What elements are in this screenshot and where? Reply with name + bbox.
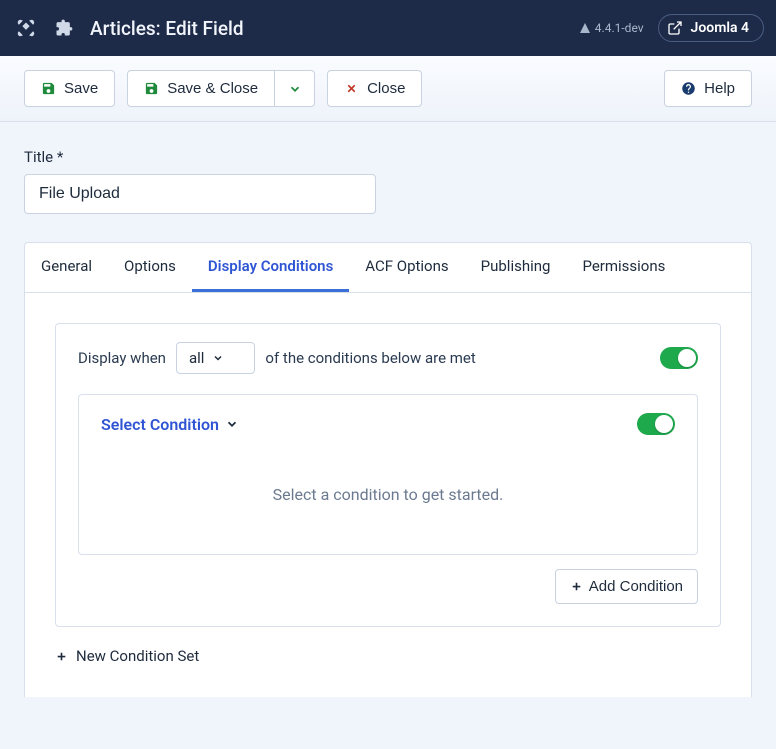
- new-condition-set-button[interactable]: New Condition Set: [55, 647, 199, 665]
- topbar: Articles: Edit Field 4.4.1-dev Joomla 4: [0, 0, 776, 56]
- chevron-down-icon: [287, 81, 302, 96]
- condition-set-header: Display when all of the conditions below…: [78, 342, 698, 374]
- tab-content: Display when all of the conditions below…: [25, 293, 751, 697]
- puzzle-icon: [54, 17, 76, 39]
- display-when-prefix: Display when: [78, 349, 166, 367]
- condition-footer: Add Condition: [78, 569, 698, 604]
- topbar-left: Articles: Edit Field: [12, 14, 579, 42]
- tab-general[interactable]: General: [25, 243, 108, 292]
- match-selector-value: all: [189, 349, 204, 367]
- chevron-down-icon: [212, 352, 224, 364]
- condition-item: Select Condition Select a condition to g…: [78, 394, 698, 555]
- condition-placeholder: Select a condition to get started.: [101, 435, 675, 514]
- close-button[interactable]: Close: [327, 70, 422, 107]
- toolbar: Save Save & Close Close Help: [0, 56, 776, 122]
- tab-display-conditions[interactable]: Display Conditions: [192, 243, 349, 292]
- save-icon: [144, 81, 159, 96]
- title-input[interactable]: [24, 174, 376, 214]
- new-condition-set-label: New Condition Set: [76, 647, 199, 665]
- joomla-badge[interactable]: Joomla 4: [658, 14, 764, 42]
- select-condition-label: Select Condition: [101, 415, 219, 434]
- save-label: Save: [64, 80, 98, 97]
- plus-icon: [570, 580, 583, 593]
- tab-options[interactable]: Options: [108, 243, 192, 292]
- save-close-button[interactable]: Save & Close: [127, 70, 275, 107]
- tab-publishing[interactable]: Publishing: [465, 243, 567, 292]
- save-close-label: Save & Close: [167, 80, 258, 97]
- help-button[interactable]: Help: [664, 70, 752, 107]
- add-condition-button[interactable]: Add Condition: [555, 569, 698, 604]
- display-when-suffix: of the conditions below are met: [265, 349, 475, 367]
- tabs: General Options Display Conditions ACF O…: [25, 243, 751, 293]
- save-button[interactable]: Save: [24, 70, 115, 107]
- external-link-icon: [667, 20, 683, 36]
- condition-set-toggle[interactable]: [660, 347, 698, 369]
- help-label: Help: [704, 80, 735, 97]
- joomla-logo-icon[interactable]: [12, 14, 40, 42]
- page-title: Articles: Edit Field: [90, 17, 244, 40]
- joomla-badge-label: Joomla 4: [691, 20, 749, 36]
- condition-set-panel: Display when all of the conditions below…: [55, 323, 721, 627]
- chevron-down-icon: [225, 417, 239, 431]
- close-icon: [344, 81, 359, 96]
- version-text: 4.4.1-dev: [595, 21, 644, 35]
- help-icon: [681, 81, 696, 96]
- condition-item-header: Select Condition: [101, 413, 675, 435]
- save-close-dropdown[interactable]: [274, 70, 315, 107]
- add-condition-label: Add Condition: [589, 578, 683, 595]
- save-icon: [41, 81, 56, 96]
- title-label: Title *: [24, 148, 752, 166]
- plus-icon: [55, 650, 68, 663]
- close-label: Close: [367, 80, 405, 97]
- version-label[interactable]: 4.4.1-dev: [579, 21, 644, 35]
- save-close-group: Save & Close: [127, 70, 315, 107]
- tab-card: General Options Display Conditions ACF O…: [24, 242, 752, 697]
- tab-permissions[interactable]: Permissions: [566, 243, 681, 292]
- select-condition-button[interactable]: Select Condition: [101, 415, 239, 434]
- condition-toggle[interactable]: [637, 413, 675, 435]
- title-area: Title *: [0, 122, 776, 222]
- tab-acf-options[interactable]: ACF Options: [349, 243, 464, 292]
- match-selector[interactable]: all: [176, 342, 255, 374]
- topbar-right: 4.4.1-dev Joomla 4: [579, 14, 764, 42]
